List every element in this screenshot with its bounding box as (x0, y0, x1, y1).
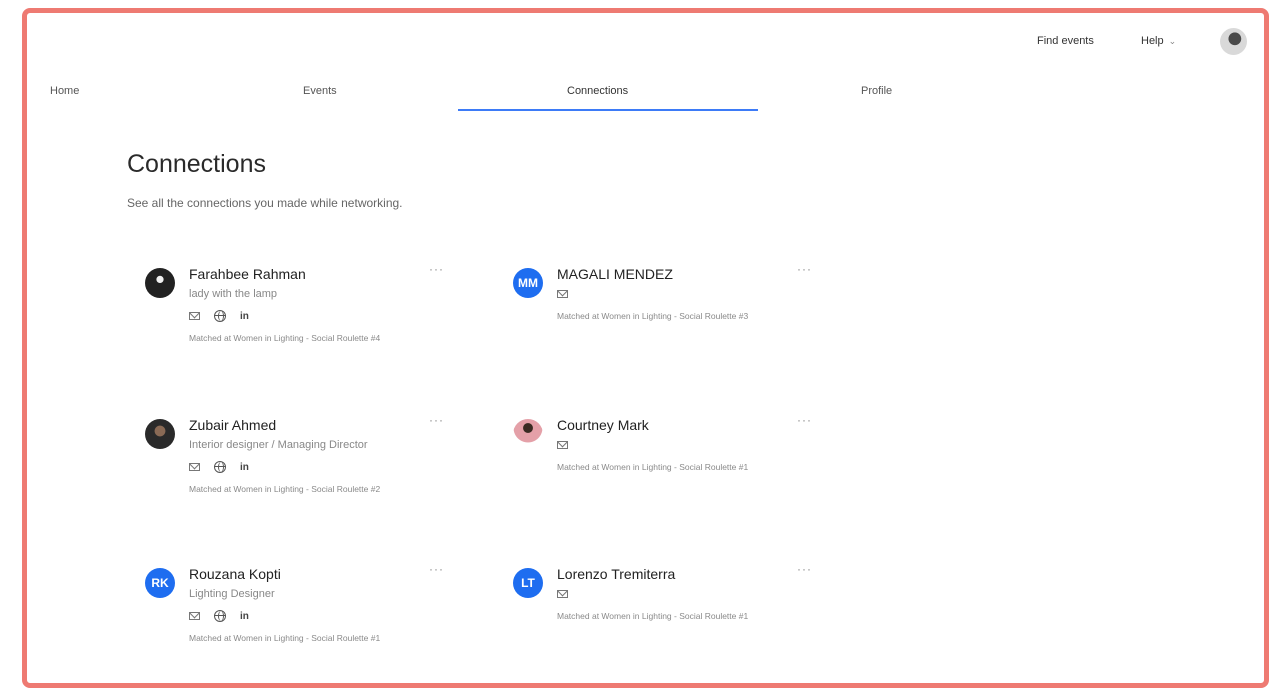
matched-info: Matched at Women in Lighting - Social Ro… (557, 462, 749, 472)
avatar[interactable] (145, 419, 175, 449)
matched-info: Matched at Women in Lighting - Social Ro… (189, 633, 381, 643)
matched-info: Matched at Women in Lighting - Social Ro… (189, 484, 381, 494)
more-options-button[interactable]: ··· (797, 262, 812, 276)
connection-card: Courtney Mark ··· Matched at Women in Li… (505, 409, 835, 544)
more-options-button[interactable]: ··· (429, 562, 444, 576)
more-options-button[interactable]: ··· (429, 413, 444, 427)
top-bar: Find events Help ⌄ (27, 13, 1264, 68)
mail-icon[interactable] (557, 590, 568, 598)
find-events-link[interactable]: Find events (1037, 35, 1094, 47)
connection-role: lady with the lamp (189, 288, 278, 300)
connection-card: Zubair Ahmed Interior designer / Managin… (137, 409, 467, 544)
tab-connections[interactable]: Connections (567, 85, 628, 97)
mail-icon[interactable] (189, 312, 200, 320)
avatar[interactable]: RK (145, 568, 175, 598)
chevron-down-icon: ⌄ (1168, 35, 1177, 46)
connection-name[interactable]: MAGALI MENDEZ (557, 266, 673, 282)
linkedin-icon[interactable]: in (240, 311, 249, 322)
connection-name[interactable]: Zubair Ahmed (189, 417, 276, 433)
more-options-button[interactable]: ··· (797, 413, 812, 427)
globe-icon[interactable] (214, 610, 226, 622)
connection-name[interactable]: Farahbee Rahman (189, 266, 306, 282)
connection-card: RK Rouzana Kopti Lighting Designer ··· i… (137, 558, 467, 683)
active-tab-indicator (458, 109, 758, 111)
mail-icon[interactable] (557, 441, 568, 449)
mail-icon[interactable] (189, 612, 200, 620)
connection-card: MM MAGALI MENDEZ ··· Matched at Women in… (505, 258, 835, 393)
connection-name[interactable]: Rouzana Kopti (189, 566, 281, 582)
connection-card: LT Lorenzo Tremiterra ··· Matched at Wom… (505, 558, 835, 683)
matched-info: Matched at Women in Lighting - Social Ro… (189, 333, 381, 343)
avatar[interactable] (145, 268, 175, 298)
globe-icon[interactable] (214, 310, 226, 322)
more-options-button[interactable]: ··· (429, 262, 444, 276)
connection-role: Interior designer / Managing Director (189, 439, 368, 451)
avatar[interactable] (513, 419, 543, 449)
tab-events[interactable]: Events (303, 85, 337, 97)
linkedin-icon[interactable]: in (240, 611, 249, 622)
matched-info: Matched at Women in Lighting - Social Ro… (557, 311, 749, 321)
help-menu[interactable]: Help ⌄ (1141, 35, 1176, 47)
connection-role: Lighting Designer (189, 588, 275, 600)
connection-name[interactable]: Lorenzo Tremiterra (557, 566, 675, 582)
linkedin-icon[interactable]: in (240, 462, 249, 473)
avatar[interactable]: LT (513, 568, 543, 598)
tab-profile[interactable]: Profile (861, 85, 892, 97)
mail-icon[interactable] (189, 463, 200, 471)
mail-icon[interactable] (557, 290, 568, 298)
help-label: Help (1141, 35, 1164, 47)
connection-card: Farahbee Rahman lady with the lamp ··· i… (137, 258, 467, 393)
matched-info: Matched at Women in Lighting - Social Ro… (557, 611, 749, 621)
app-window: Find events Help ⌄ Home Events Connectio… (22, 8, 1269, 688)
user-avatar[interactable] (1220, 28, 1247, 55)
main-nav: Home Events Connections Profile (27, 71, 1264, 119)
connection-name[interactable]: Courtney Mark (557, 417, 649, 433)
more-options-button[interactable]: ··· (797, 562, 812, 576)
tab-home[interactable]: Home (50, 85, 79, 97)
avatar[interactable]: MM (513, 268, 543, 298)
page-title: Connections (127, 150, 266, 178)
globe-icon[interactable] (214, 461, 226, 473)
page-subtitle: See all the connections you made while n… (127, 196, 403, 210)
